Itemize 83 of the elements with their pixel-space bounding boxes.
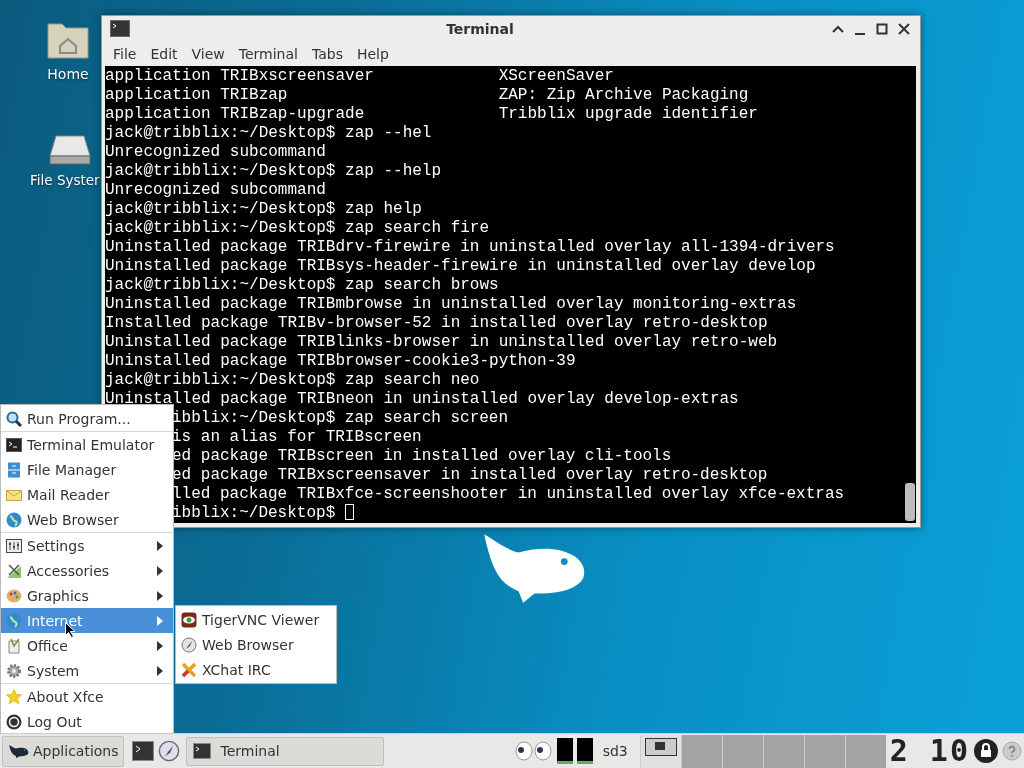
menu-item[interactable]: Terminal — [231, 44, 305, 64]
menu-item[interactable]: File Manager — [1, 457, 173, 482]
terminal-line: jack@tribblix:~/Desktop$ zap --help — [105, 162, 442, 180]
terminal-icon — [644, 737, 677, 756]
terminal-line: jack@tribblix:~/Desktop$ zap search neo — [105, 371, 480, 389]
gear-icon — [6, 662, 22, 679]
cross-icon — [181, 661, 197, 678]
menu-item[interactable]: TigerVNC Viewer — [176, 607, 336, 632]
eye-icon — [181, 611, 197, 628]
window-title: Terminal — [445, 21, 515, 37]
maximize-icon — [876, 23, 888, 35]
terminal-icon — [6, 436, 22, 453]
eyes-icon — [514, 741, 553, 761]
hard-drive-icon[interactable] — [48, 134, 92, 166]
clock: 2 10 — [889, 736, 970, 766]
menu-item[interactable]: Office — [1, 633, 173, 658]
palette-icon — [6, 587, 22, 604]
terminal-line: application TRIBzap-upgrade Tribblix upgrade identifier — [105, 105, 758, 123]
terminal-line: Uninstalled package TRIBbrowser-cookie3-python-39 — [105, 352, 576, 370]
workspace-switcher[interactable] — [639, 734, 886, 768]
logout-icon — [6, 713, 22, 730]
compass-icon — [181, 636, 197, 653]
terminal-line: jack@tribblix:~/Desktop$ zap help — [105, 200, 422, 218]
terminal-line: Uninstalled package TRIBneon in uninstalled overlay develop-extras — [105, 390, 739, 408]
file-cabinet-icon — [6, 461, 22, 478]
terminal-icon — [110, 20, 130, 38]
menu-item[interactable]: Settings — [1, 533, 173, 558]
icon-label: Home — [47, 66, 89, 82]
menu-item[interactable]: About Xfce — [1, 684, 173, 709]
terminal-line: Uninstalled package TRIBlinks-browser in uninstalled overlay retro-web — [105, 333, 778, 351]
terminal-line: application TRIBxscreensaver XScreenSaver — [105, 67, 614, 85]
terminal-icon[interactable] — [131, 741, 154, 761]
search-icon — [6, 410, 22, 427]
menu-item[interactable]: Tabs — [304, 44, 350, 64]
task-button[interactable]: Terminal — [185, 736, 384, 766]
menu-item[interactable]: System — [1, 658, 173, 683]
minimize-icon — [855, 33, 865, 35]
menu-item[interactable]: Log Out — [1, 709, 173, 733]
terminal-line: is an alias for TRIBscreen — [172, 428, 422, 446]
device-label: sd3 — [602, 743, 628, 759]
help-icon[interactable] — [1002, 741, 1022, 761]
menu-item[interactable]: Web Browser — [1, 507, 173, 532]
home-folder-icon[interactable] — [46, 20, 90, 60]
menu-item[interactable]: Mail Reader — [1, 482, 173, 507]
star-icon — [6, 688, 22, 705]
document-icon — [6, 637, 22, 654]
lock-icon[interactable] — [974, 739, 998, 763]
terminal-line: application TRIBzap ZAP: Zip Archive Packaging — [105, 86, 749, 104]
terminal-line: Uninstalled package TRIBdrv-firewire in uninstalled overlay all-1394-drivers — [105, 238, 835, 256]
sliders-icon — [6, 537, 22, 554]
terminal-line: jack@tribblix:~/Desktop$ zap search brows — [105, 276, 499, 294]
terminal-line: Unrecognized subcommand — [105, 143, 326, 161]
terminal-line: ibblix:~/Desktop$ zap search screen — [172, 409, 509, 427]
maximize-button[interactable] — [874, 21, 890, 37]
menu-item[interactable]: Graphics — [1, 583, 173, 608]
terminal-icon — [192, 743, 211, 759]
terminal-line: jack@tribblix:~/Desktop$ zap search fire — [105, 219, 490, 237]
menu-item[interactable]: View — [184, 44, 232, 64]
menu-item[interactable]: Edit — [143, 44, 185, 64]
cpu-graph — [576, 738, 593, 764]
terminal-line: Installed package TRIBv-browser-52 in installed overlay retro-desktop — [105, 314, 768, 332]
menu-item[interactable]: Run Program... — [1, 406, 173, 431]
menu-item[interactable]: Terminal Emulator — [1, 432, 173, 457]
terminal-line: Uninstalled package TRIBsys-header-firewire in uninstalled overlay develop — [105, 257, 816, 275]
close-button[interactable] — [896, 21, 912, 37]
terminal-line: ibblix:~/Desktop$ — [172, 504, 337, 522]
menu-item[interactable]: Help — [349, 44, 396, 64]
cpu-graph — [556, 738, 573, 764]
close-icon — [898, 23, 910, 35]
menu-item[interactable]: Web Browser — [176, 632, 336, 657]
terminal-line: Uninstalled package TRIBmbrowse in uninstalled overlay monitoring-extras — [105, 295, 797, 313]
terminal-line: jack@tribblix:~/Desktop$ zap --hel — [105, 124, 432, 142]
terminal-line: Unrecognized subcommand — [105, 181, 326, 199]
terminal-line: lled package TRIBxfce-screenshooter in uninstalled overlay xfce-extras — [172, 485, 845, 503]
menu-item[interactable]: XChat IRC — [176, 657, 336, 682]
menu-item[interactable]: File — [106, 44, 144, 64]
scrollbar-thumb[interactable] — [905, 483, 915, 521]
text-cursor — [344, 504, 354, 520]
scissors-icon — [6, 562, 22, 579]
icon-label: File Syster — [30, 172, 100, 188]
caret-icon — [832, 25, 844, 33]
applications-button[interactable]: Applications — [2, 735, 124, 767]
menu-item[interactable]: Accessories — [1, 558, 173, 583]
